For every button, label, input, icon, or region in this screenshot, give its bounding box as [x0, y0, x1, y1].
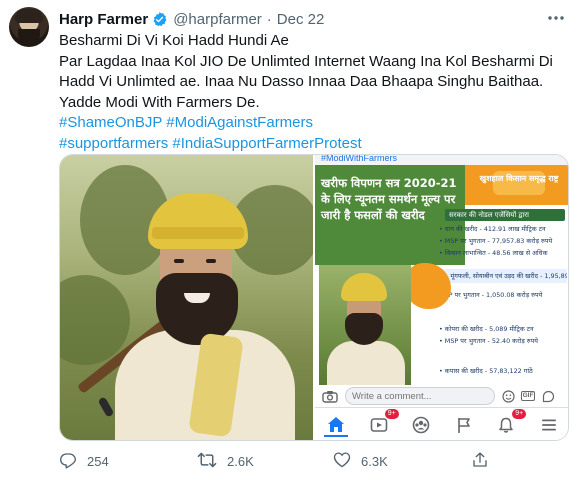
- farmer-turban-band: [152, 227, 244, 239]
- hashtag-link[interactable]: #IndiaSupportFarmerProtest: [172, 135, 361, 152]
- tweet-text-line: Yadde Modi With Farmers De.: [59, 93, 260, 111]
- display-name[interactable]: Harp Farmer: [59, 11, 148, 28]
- avatar[interactable]: [9, 7, 49, 47]
- hashtag-link[interactable]: #supportfarmers: [59, 135, 168, 152]
- stat-line: मूंग, मूंगफली, सोयाबीन एवं उड़द की खरीद …: [439, 272, 567, 280]
- share-button[interactable]: [471, 451, 489, 472]
- notifications-icon[interactable]: 9+: [494, 409, 527, 437]
- pages-icon[interactable]: [452, 413, 476, 437]
- fb-hashtag: #ModiWithFarmers: [321, 155, 398, 163]
- hashtag-line: #supportfarmers #IndiaSupportFarmerProte…: [59, 134, 569, 155]
- notifications-badge: 9+: [512, 409, 527, 419]
- gif-label: GIF: [520, 391, 536, 401]
- like-count: 6.3K: [361, 453, 388, 469]
- stat-line: • धान की खरीद - 412.91 लाख मीट्रिक टन: [439, 225, 546, 233]
- retweet-icon: [197, 451, 217, 472]
- tweet-media: #ModiWithFarmers खरीफ विपणन सत्र 2020-21…: [59, 154, 569, 441]
- stat-line: MSP पर भुगतान - 1,050.08 करोड़ रुपये: [439, 291, 543, 299]
- poster-farmer-turban: [341, 273, 387, 301]
- stat-line: • कोपरा की खरीद - 5,089 मीट्रिक टन: [439, 325, 534, 333]
- msp-poster: खरीफ विपणन सत्र 2020-21 के लिए न्यूनतम स…: [315, 165, 568, 385]
- stat-line: • MSP पर भुगतान - 52.40 करोड़ रुपये: [439, 337, 538, 345]
- hashtag-link[interactable]: #ModiAgainstFarmers: [166, 114, 313, 131]
- tweet[interactable]: Harp Farmer @harpfarmer · Dec 22 Besharm…: [0, 0, 578, 485]
- stats-header: सरकार की नोडल एजेंसियों द्वारा: [445, 209, 565, 221]
- retweet-count: 2.6K: [227, 453, 254, 469]
- tweet-header: Harp Farmer @harpfarmer · Dec 22: [59, 9, 324, 29]
- tweet-date[interactable]: Dec 22: [277, 11, 325, 28]
- poster-farmer-photo: [319, 265, 411, 385]
- comment-input[interactable]: [345, 387, 495, 405]
- tweet-actions: 254 2.6K 6.3K: [59, 450, 569, 472]
- poster-title: खरीफ विपणन सत्र 2020-21 के लिए न्यूनतम स…: [321, 176, 457, 222]
- stat-line: • किसान लाभान्वित - 48.56 लाख से अधिक: [439, 249, 548, 257]
- share-icon: [471, 451, 489, 472]
- fb-bottom-nav: 9+ 9+: [315, 407, 568, 440]
- groups-icon[interactable]: [409, 413, 433, 437]
- reply-button[interactable]: 254: [59, 451, 197, 472]
- poster-farmer-shirt: [327, 341, 405, 385]
- video-badge: 9+: [384, 409, 399, 419]
- like-icon: [333, 451, 351, 471]
- farmer-eye: [206, 259, 216, 263]
- tweet-text-line: Hadd Vi Unlimted ae. Inaa Nu Dasso Innaa…: [59, 73, 544, 90]
- hashtag-link[interactable]: #ShameOnBJP: [59, 114, 162, 131]
- farmer-photo[interactable]: [60, 155, 313, 440]
- video-icon[interactable]: 9+: [367, 409, 399, 437]
- like-button[interactable]: 6.3K: [333, 451, 471, 471]
- stat-line: • कपास की खरीद - 57,83,122 गांठें: [439, 367, 533, 375]
- menu-icon[interactable]: [537, 413, 561, 437]
- tweet-text-line: Par Lagdaa Inaa Kol JIO De Unlimted Inte…: [59, 52, 553, 70]
- avatar-beard: [18, 29, 40, 45]
- facebook-screenshot[interactable]: #ModiWithFarmers खरीफ विपणन सत्र 2020-21…: [315, 155, 568, 440]
- camera-icon[interactable]: [321, 389, 339, 403]
- verified-badge-icon: [151, 11, 168, 28]
- reply-count: 254: [87, 453, 109, 469]
- reply-icon: [59, 451, 77, 472]
- tweet-text-line: Besharmi Di Vi Koi Hadd Hundi Ae: [59, 32, 289, 49]
- poster-tagline: खुशहाल किसान समृद्ध राष्ट्र: [479, 174, 559, 183]
- farmer-eye: [174, 259, 184, 263]
- emoji-icon[interactable]: [501, 389, 515, 403]
- fb-comment-composer: GIF: [315, 385, 568, 407]
- sticker-icon[interactable]: [541, 389, 555, 403]
- separator-dot: ·: [266, 10, 272, 28]
- home-icon[interactable]: [324, 413, 349, 437]
- tweet-text: Besharmi Di Vi Koi Hadd Hundi Ae Par Lag…: [59, 31, 569, 154]
- fb-hashtag-strip: #ModiWithFarmers: [315, 155, 568, 165]
- handle[interactable]: @harpfarmer: [173, 11, 262, 28]
- bracelet: [97, 396, 115, 418]
- more-icon[interactable]: [545, 10, 567, 26]
- retweet-button[interactable]: 2.6K: [197, 451, 333, 472]
- stat-line: • MSP पर भुगतान - 77,957.83 करोड़ रुपये: [439, 237, 553, 245]
- hashtag-line: #ShameOnBJP #ModiAgainstFarmers: [59, 113, 569, 134]
- gif-icon[interactable]: GIF: [520, 389, 536, 403]
- avatar-turban: [15, 9, 43, 23]
